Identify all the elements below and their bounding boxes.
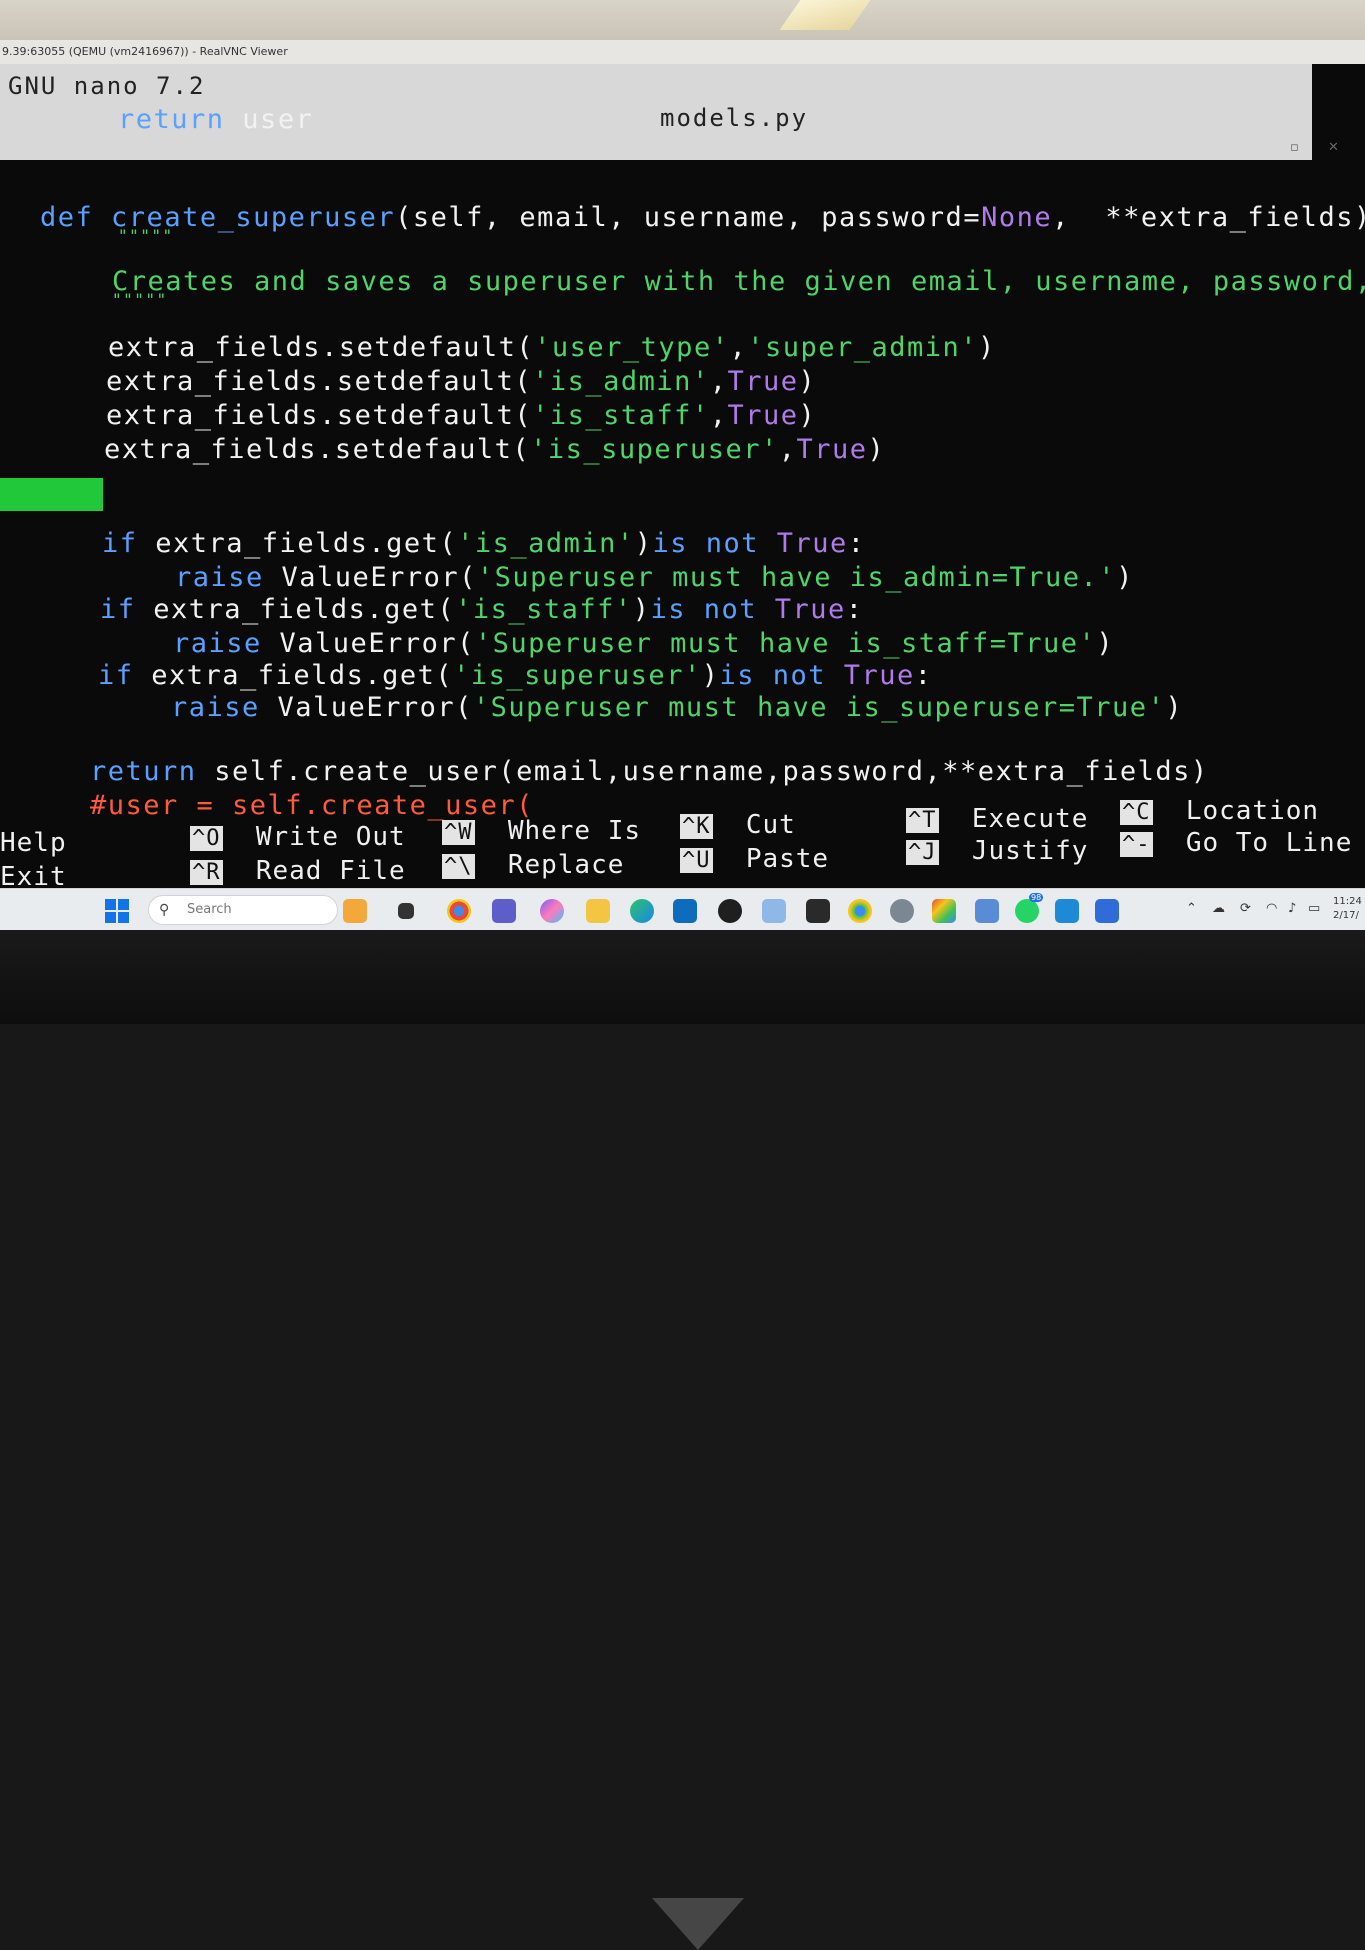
- notepad-icon[interactable]: [762, 899, 786, 923]
- file-explorer-icon[interactable]: [586, 899, 610, 923]
- teams-icon[interactable]: [492, 899, 516, 923]
- code-line: extra_fields.setdefault('is_superuser',T…: [104, 434, 886, 465]
- code-line: return user: [118, 104, 314, 135]
- shortcut-replace[interactable]: ^\ Replace: [442, 850, 624, 880]
- chevron-up-icon[interactable]: ⌃: [1186, 901, 1197, 916]
- ceiling-light: [779, 0, 871, 30]
- volume-icon[interactable]: ♪: [1288, 901, 1296, 916]
- code-line: extra_fields.setdefault('is_admin',True): [106, 366, 817, 397]
- briefcase-icon[interactable]: [343, 899, 367, 923]
- code-line: if extra_fields.get('is_superuser')is no…: [98, 660, 933, 691]
- shortcut-write-out[interactable]: ^O Write Out: [190, 822, 406, 852]
- upwork-icon[interactable]: [718, 899, 742, 923]
- nano-version: GNU nano 7.2: [8, 72, 206, 100]
- chrome-icon[interactable]: [447, 899, 471, 923]
- code-line: if extra_fields.get('is_admin')is not Tr…: [102, 528, 866, 559]
- code-line: raise ValueError('Superuser must have is…: [171, 692, 1184, 723]
- shortcut-location[interactable]: ^C Location: [1120, 796, 1319, 826]
- vnc-window-title: 9.39:63055 (QEMU (vm2416967)) - RealVNC …: [0, 40, 1365, 64]
- notification-badge: 98: [1029, 893, 1044, 902]
- code-line: extra_fields.setdefault('is_staff',True): [106, 400, 817, 431]
- shortcut-cut[interactable]: ^K Cut: [680, 810, 796, 840]
- terminal-icon[interactable]: [806, 899, 830, 923]
- app-icon[interactable]: [932, 899, 956, 923]
- docstring-line: Creates and saves a superuser with the g…: [112, 266, 1365, 297]
- code-line: raise ValueError('Superuser must have is…: [175, 562, 1134, 593]
- settings-gear-icon[interactable]: [890, 899, 914, 923]
- wifi-icon[interactable]: ◠: [1266, 901, 1277, 916]
- shortcut-help[interactable]: Help: [0, 828, 67, 858]
- taskbar-search-box[interactable]: ⚲ Search: [148, 895, 338, 925]
- windows-start-icon[interactable]: [105, 899, 129, 923]
- copilot-icon[interactable]: [540, 899, 564, 923]
- clock-date: 2/17/: [1333, 910, 1359, 921]
- code-line: def create_superuser(self, email, userna…: [40, 202, 1365, 233]
- shortcut-where-is[interactable]: ^W Where Is: [442, 816, 641, 846]
- network-app-icon[interactable]: [975, 899, 999, 923]
- monitor-bezel: [0, 930, 1365, 1950]
- nano-shortcut-bar: Help Exit ^O Write Out ^R Read File ^W W…: [0, 788, 1365, 898]
- code-line: extra_fields.setdefault('user_type','sup…: [108, 332, 996, 363]
- editor-area[interactable]: return user def create_superuser(self, e…: [0, 100, 1365, 821]
- shortcut-justify[interactable]: ^J Justify: [906, 836, 1088, 866]
- remote-desktop-icon[interactable]: [1095, 899, 1119, 923]
- code-line: raise ValueError('Superuser must have is…: [173, 628, 1115, 659]
- system-clock[interactable]: 11:24 2/17/: [1333, 895, 1362, 923]
- task-view-icon[interactable]: [398, 903, 414, 919]
- battery-icon[interactable]: ▭: [1308, 901, 1320, 916]
- search-icon: ⚲: [159, 902, 170, 918]
- windows-taskbar: ⚲ Search 98 ⌃ ☁ ⟳ ◠ ♪ ▭ 11:24 2/17/: [0, 888, 1365, 930]
- code-line: if extra_fields.get('is_staff')is not Tr…: [100, 594, 864, 625]
- brand-logo-icon: [652, 1898, 744, 1950]
- outlook-icon[interactable]: [673, 899, 697, 923]
- edge-icon[interactable]: [630, 899, 654, 923]
- vscode-icon[interactable]: [1055, 899, 1079, 923]
- search-placeholder: Search: [187, 902, 232, 917]
- shortcut-read-file[interactable]: ^R Read File: [190, 856, 406, 886]
- whatsapp-icon[interactable]: 98: [1015, 893, 1044, 923]
- monitor-screen: 9.39:63055 (QEMU (vm2416967)) - RealVNC …: [0, 40, 1365, 930]
- chrome-profile-icon[interactable]: [848, 899, 872, 923]
- sync-icon[interactable]: ⟳: [1240, 901, 1251, 916]
- nano-marker-bar: [0, 478, 103, 511]
- shortcut-paste[interactable]: ^U Paste: [680, 844, 829, 874]
- clock-time: 11:24: [1333, 896, 1362, 907]
- onedrive-icon[interactable]: ☁: [1212, 901, 1225, 916]
- docstring-open: """"": [118, 226, 174, 245]
- code-line: return self.create_user(email,username,p…: [90, 756, 1209, 787]
- shortcut-execute[interactable]: ^T Execute: [906, 804, 1088, 834]
- shortcut-go-to-line[interactable]: ^- Go To Line: [1120, 828, 1352, 858]
- docstring-close: """"": [112, 290, 168, 309]
